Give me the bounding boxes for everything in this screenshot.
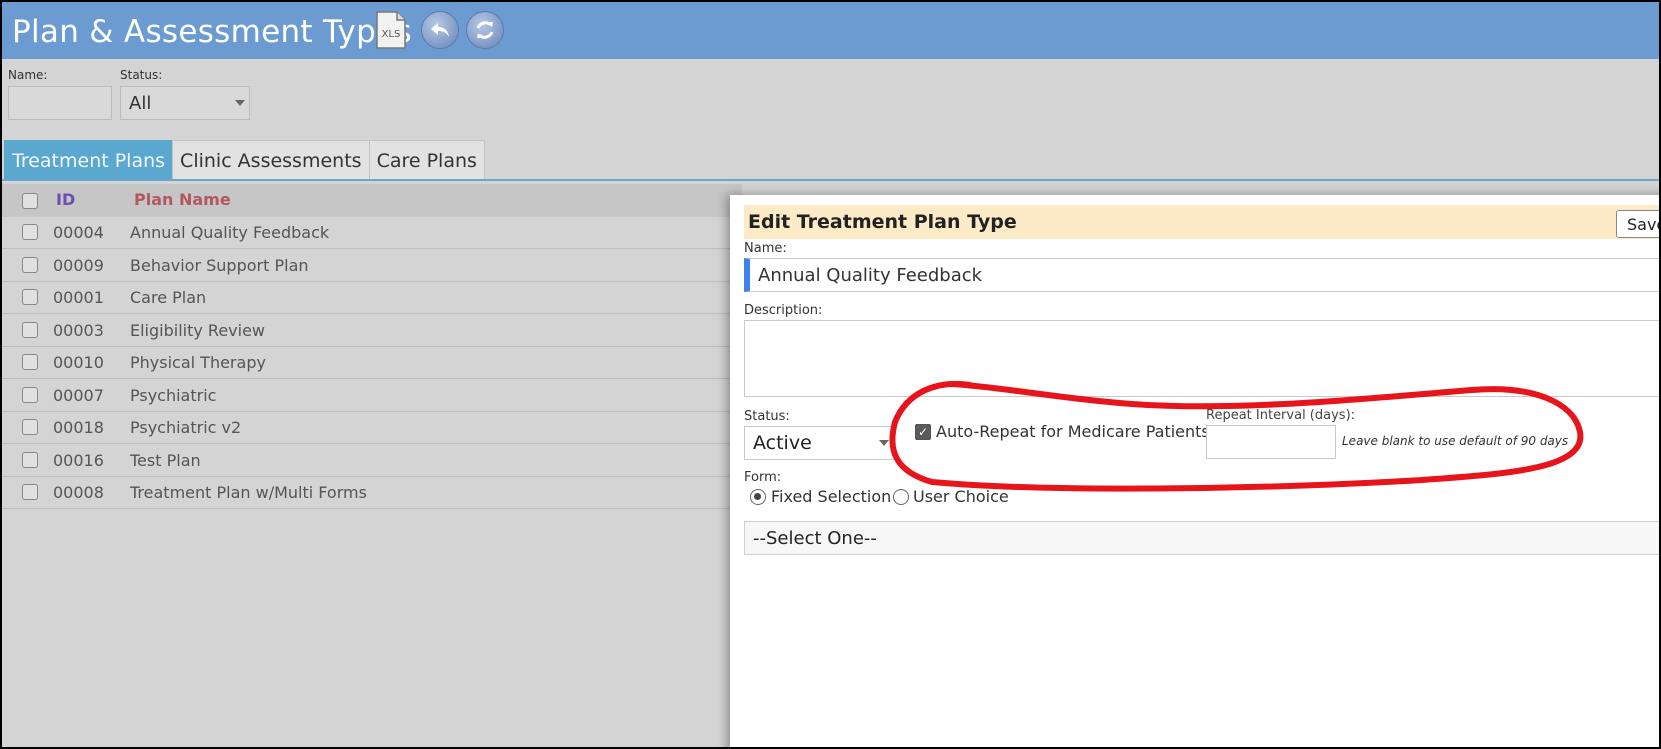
- row-id: 00003: [53, 321, 104, 340]
- row-checkbox[interactable]: [22, 452, 38, 468]
- edit-treatment-plan-panel: Edit Treatment Plan Type Save Name: Annu…: [730, 195, 1659, 747]
- tab-care-plans[interactable]: Care Plans: [368, 140, 485, 180]
- table-row[interactable]: 00016 Test Plan: [2, 445, 742, 477]
- repeat-interval-input[interactable]: [1206, 425, 1336, 459]
- form-field-label: Form:: [744, 470, 782, 485]
- row-checkbox[interactable]: [22, 322, 38, 338]
- status-filter-select[interactable]: All: [120, 86, 250, 120]
- tab-bar: Treatment Plans Clinic Assessments Care …: [4, 140, 485, 180]
- name-field-label: Name:: [744, 241, 787, 256]
- table-row[interactable]: 00001 Care Plan: [2, 282, 742, 314]
- chevron-down-icon: [235, 100, 245, 106]
- back-button[interactable]: [421, 11, 459, 49]
- form-select[interactable]: --Select One--: [744, 521, 1659, 555]
- description-field-label: Description:: [744, 303, 823, 318]
- column-header-plan-name[interactable]: Plan Name: [134, 190, 231, 209]
- row-plan-name[interactable]: Annual Quality Feedback: [130, 223, 329, 242]
- page-header: Plan & Assessment Types XLS: [2, 2, 1659, 59]
- column-header-id[interactable]: ID: [56, 190, 75, 209]
- xls-export-icon[interactable]: XLS: [375, 11, 407, 49]
- repeat-interval-label: Repeat Interval (days):: [1206, 408, 1356, 423]
- name-filter-input[interactable]: [8, 86, 112, 120]
- table-row[interactable]: 00018 Psychiatric v2: [2, 412, 742, 444]
- fixed-selection-label[interactable]: Fixed Selection: [771, 487, 891, 506]
- row-plan-name[interactable]: Physical Therapy: [130, 353, 266, 372]
- tab-underline: [2, 179, 1659, 181]
- save-button[interactable]: Save: [1616, 210, 1659, 238]
- row-checkbox[interactable]: [22, 257, 38, 273]
- status-field-label: Status:: [744, 409, 790, 424]
- table-header: ID Plan Name: [2, 184, 742, 217]
- name-field[interactable]: Annual Quality Feedback: [744, 258, 1659, 292]
- row-checkbox[interactable]: [22, 484, 38, 500]
- tab-clinic-assessments[interactable]: Clinic Assessments: [172, 140, 370, 180]
- row-id: 00007: [53, 386, 104, 405]
- row-id: 00009: [53, 256, 104, 275]
- status-field[interactable]: Active: [744, 426, 894, 460]
- row-id: 00004: [53, 223, 104, 242]
- row-plan-name[interactable]: Treatment Plan w/Multi Forms: [130, 483, 367, 502]
- back-arrow-icon: [431, 23, 449, 37]
- table-row[interactable]: 00008 Treatment Plan w/Multi Forms: [2, 477, 742, 509]
- row-checkbox[interactable]: [22, 289, 38, 305]
- user-choice-label[interactable]: User Choice: [913, 487, 1009, 506]
- tab-treatment-plans[interactable]: Treatment Plans: [4, 140, 174, 180]
- row-id: 00018: [53, 418, 104, 437]
- name-filter-label: Name:: [8, 68, 48, 82]
- row-checkbox[interactable]: [22, 354, 38, 370]
- table-row[interactable]: 00007 Psychiatric: [2, 380, 742, 412]
- row-plan-name[interactable]: Psychiatric v2: [130, 418, 241, 437]
- description-field[interactable]: [744, 320, 1659, 397]
- row-checkbox[interactable]: [22, 419, 38, 435]
- row-id: 00010: [53, 353, 104, 372]
- user-choice-radio[interactable]: [893, 489, 909, 505]
- page-title: Plan & Assessment Types: [12, 14, 412, 50]
- app-frame: Plan & Assessment Types XLS Name: Status…: [2, 2, 1659, 747]
- status-field-value: Active: [753, 432, 812, 454]
- table-row[interactable]: 00010 Physical Therapy: [2, 347, 742, 379]
- table-row[interactable]: 00004 Annual Quality Feedback: [2, 217, 742, 249]
- status-filter-value: All: [129, 93, 152, 114]
- xls-label: XLS: [382, 29, 401, 40]
- status-filter-label: Status:: [120, 68, 163, 82]
- panel-header: Edit Treatment Plan Type Save: [744, 205, 1659, 239]
- refresh-button[interactable]: [466, 11, 504, 49]
- row-id: 00001: [53, 288, 104, 307]
- row-checkbox[interactable]: [22, 387, 38, 403]
- row-plan-name[interactable]: Care Plan: [130, 288, 206, 307]
- row-plan-name[interactable]: Behavior Support Plan: [130, 256, 309, 275]
- table-row[interactable]: 00009 Behavior Support Plan: [2, 250, 742, 282]
- row-plan-name[interactable]: Psychiatric: [130, 386, 216, 405]
- row-checkbox[interactable]: [22, 224, 38, 240]
- fixed-selection-radio[interactable]: [750, 489, 766, 505]
- row-id: 00008: [53, 483, 104, 502]
- auto-repeat-label[interactable]: Auto-Repeat for Medicare Patients: [936, 422, 1210, 441]
- chevron-down-icon: [879, 440, 889, 446]
- panel-title: Edit Treatment Plan Type: [748, 211, 1017, 233]
- row-plan-name[interactable]: Test Plan: [130, 451, 201, 470]
- refresh-icon: [476, 21, 494, 39]
- row-plan-name[interactable]: Eligibility Review: [130, 321, 265, 340]
- select-all-checkbox[interactable]: [22, 193, 38, 209]
- row-id: 00016: [53, 451, 104, 470]
- table-row[interactable]: 00003 Eligibility Review: [2, 315, 742, 347]
- auto-repeat-checkbox[interactable]: ✓: [915, 424, 931, 440]
- repeat-interval-hint: Leave blank to use default of 90 days: [1342, 434, 1569, 448]
